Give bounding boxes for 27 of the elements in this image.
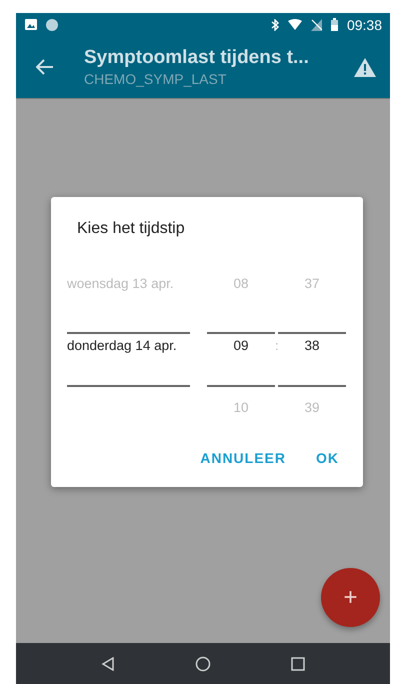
app-title: Symptoomlast tijdens t... <box>84 47 310 69</box>
home-icon[interactable] <box>195 656 211 672</box>
minute-option[interactable]: 39 <box>304 376 320 438</box>
date-option[interactable]: woensdag 13 apr. <box>67 252 174 314</box>
dialog-title: Kies het tijdstip <box>77 220 185 238</box>
app-subtitle: CHEMO_SYMP_LAST <box>84 71 228 87</box>
cancel-button[interactable]: ANNULEER <box>194 446 292 470</box>
minute-option[interactable]: 37 <box>304 252 320 314</box>
circle-icon <box>46 18 58 30</box>
no-signal-icon <box>310 18 322 30</box>
back-icon[interactable] <box>101 656 115 670</box>
bluetooth-icon <box>270 18 279 30</box>
warning-icon[interactable] <box>354 58 376 76</box>
minute-option[interactable]: 38 <box>304 314 320 376</box>
date-option[interactable]: donderdag 14 apr. <box>67 314 177 376</box>
wifi-icon <box>288 19 302 30</box>
add-button[interactable]: + <box>321 568 380 627</box>
status-time: 09:38 <box>346 16 382 32</box>
battery-icon <box>330 18 338 31</box>
time-separator: : <box>275 338 278 352</box>
back-arrow-icon[interactable] <box>36 59 54 75</box>
image-icon <box>25 19 37 30</box>
hour-option[interactable]: 09 <box>233 314 249 376</box>
hour-option[interactable]: 08 <box>233 252 249 314</box>
hour-option[interactable]: 10 <box>233 376 249 438</box>
ok-button[interactable]: OK <box>310 446 345 470</box>
recents-icon[interactable] <box>291 656 305 670</box>
